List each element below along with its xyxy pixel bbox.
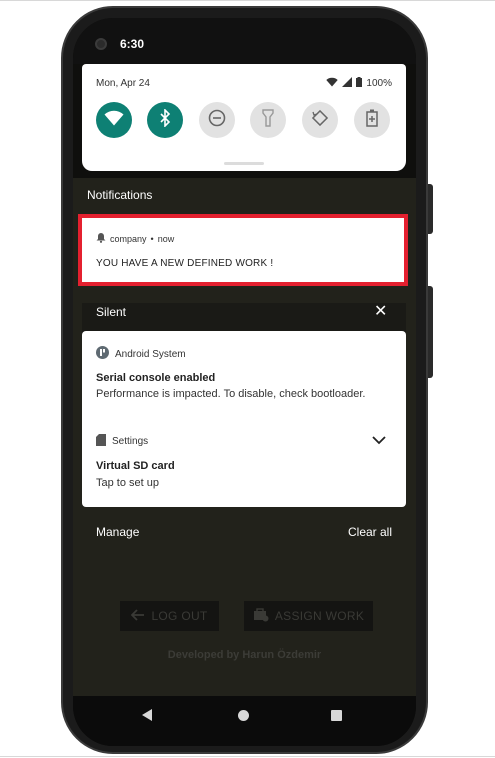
- silent-notifications-card: Android System Serial console enabled Pe…: [82, 331, 406, 507]
- battery-saver-tile[interactable]: [354, 102, 390, 138]
- arrow-left-icon: [131, 608, 145, 624]
- settings-app-name: Settings: [112, 436, 149, 447]
- flashlight-icon: [262, 108, 274, 132]
- wifi-tile[interactable]: [96, 102, 132, 138]
- signal-icon: [342, 77, 353, 90]
- status-bar: 6:30: [73, 18, 416, 64]
- volume-button[interactable]: [428, 286, 433, 378]
- logout-button[interactable]: LOG OUT: [120, 601, 219, 631]
- notification-app-name: company: [110, 233, 147, 244]
- bluetooth-icon: [159, 107, 171, 132]
- battery-percent: 100%: [366, 78, 392, 89]
- virtual-sd-title: Virtual SD card: [96, 460, 175, 472]
- briefcase-icon: [253, 607, 269, 625]
- clear-all-button[interactable]: Clear all: [348, 525, 392, 539]
- android-system-header[interactable]: Android System: [96, 346, 186, 362]
- frame-bottom-line: [0, 756, 495, 757]
- notifications-header: Notifications: [87, 188, 153, 202]
- logout-label: LOG OUT: [151, 609, 208, 623]
- battery-saver-icon: [366, 109, 378, 132]
- camera-icon: [95, 38, 107, 50]
- auto-rotate-tile[interactable]: [302, 102, 338, 138]
- qs-status-icons: 100%: [326, 77, 392, 90]
- flashlight-tile[interactable]: [250, 102, 286, 138]
- back-icon[interactable]: [141, 708, 153, 727]
- wifi-icon: [104, 110, 124, 131]
- status-time: 6:30: [120, 37, 145, 51]
- notification-time: now: [157, 233, 175, 244]
- assign-work-button[interactable]: ASSIGN WORK: [244, 601, 373, 631]
- virtual-sd-text: Tap to set up: [96, 477, 159, 489]
- notification-body: YOU HAVE A NEW DEFINED WORK !: [96, 258, 274, 269]
- battery-icon: [356, 77, 363, 90]
- auto-rotate-icon: [311, 109, 329, 132]
- notification-header: company • now: [96, 232, 174, 245]
- sd-card-icon: [96, 434, 106, 449]
- developer-credit: Developed by Harun Özdemir: [167, 649, 322, 661]
- qs-date: Mon, Apr 24: [96, 78, 150, 89]
- home-icon[interactable]: [238, 710, 249, 721]
- recent-apps-icon[interactable]: [331, 710, 342, 721]
- silent-header: Silent: [96, 305, 127, 319]
- frame-top-line: [0, 0, 495, 1]
- android-system-app-name: Android System: [115, 348, 186, 360]
- settings-header[interactable]: Settings: [96, 434, 148, 449]
- navigation-bar: [73, 696, 416, 746]
- assign-work-label: ASSIGN WORK: [274, 609, 365, 623]
- chevron-down-icon[interactable]: [372, 432, 386, 450]
- serial-console-title: Serial console enabled: [96, 372, 216, 384]
- serial-console-text: Performance is impacted. To disable, che…: [96, 388, 366, 400]
- separator-dot: •: [150, 233, 154, 244]
- power-button[interactable]: [428, 184, 433, 234]
- bell-icon: [96, 232, 106, 245]
- close-icon[interactable]: ✕: [374, 301, 387, 321]
- phone-screen: LOG OUT ASSIGN WORK Developed by Harun Ö…: [73, 18, 416, 746]
- qs-drag-handle[interactable]: [224, 162, 264, 165]
- do-not-disturb-tile[interactable]: [199, 102, 235, 138]
- manage-button[interactable]: Manage: [96, 525, 139, 539]
- company-notification[interactable]: company • now YOU HAVE A NEW DEFINED WOR…: [78, 214, 408, 286]
- do-not-disturb-icon: [208, 109, 226, 132]
- quick-settings-panel: Mon, Apr 24 100%: [82, 64, 406, 171]
- bluetooth-tile[interactable]: [147, 102, 183, 138]
- silent-header-bar: [82, 303, 406, 333]
- android-system-icon: [96, 346, 109, 362]
- wifi-status-icon: [326, 77, 339, 90]
